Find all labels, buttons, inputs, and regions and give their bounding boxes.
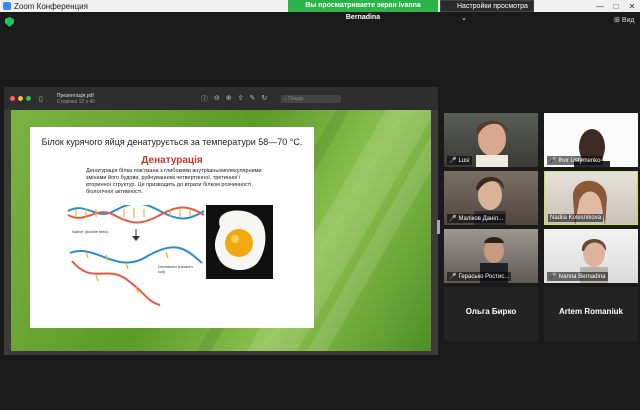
- slide-heading: Денатурація: [141, 155, 203, 166]
- participant-name: Lusi: [458, 157, 470, 164]
- zoom-dot-icon[interactable]: [26, 96, 31, 101]
- participant-name-tag: 🎤 Ihor Ustymenko: [547, 156, 603, 165]
- participant-gallery: 🎤 Lusi 🎤 Ihor Ustymenko 🎤 Маліков Даніл.…: [444, 113, 640, 343]
- pdf-filename: Презентація.pdf: [56, 92, 94, 99]
- search-icon: ⌕: [284, 95, 287, 102]
- egg-illustration: [214, 210, 266, 271]
- participant-name: Nadiia Kolesnikova: [550, 215, 602, 221]
- minimize-button[interactable]: —: [592, 2, 608, 11]
- dna-denaturation-illustration: [67, 205, 205, 306]
- participant-name: Ivanna Bernadina: [558, 273, 606, 280]
- markup-icon[interactable]: ✎: [249, 94, 255, 104]
- shared-pdf-window: ▯ Презентація.pdf Сторінка 12 з 40 ⓘ ⊖ ⊕…: [4, 87, 438, 355]
- view-options-button[interactable]: Настройки просмотра ⌄: [440, 0, 534, 22]
- view-button-label: Вид: [621, 17, 635, 24]
- participant-tile-active-speaker[interactable]: Nadiia Kolesnikova: [544, 171, 638, 225]
- participant-tile-video-off[interactable]: Ольга Бирко: [444, 287, 538, 341]
- participant-name-tag: 🎤 Маліков Даніл...: [447, 214, 506, 223]
- slide-content-box: Білок курячого яйця денатурується за тем…: [30, 127, 314, 328]
- mic-muted-icon: 🎤: [449, 216, 457, 222]
- participant-name: Маліков Даніл...: [458, 215, 504, 222]
- participant-name: Artem Romaniuk: [558, 307, 623, 316]
- participant-name-tag: 🎤 Ivanna Bernadina: [547, 272, 608, 281]
- participant-name-tag: Nadiia Kolesnikova: [548, 214, 604, 222]
- presentation-slide: Білок курячого яйця денатурується за тем…: [11, 110, 431, 351]
- minimize-dot-icon[interactable]: [18, 96, 23, 101]
- participant-tile[interactable]: 🎤 Lusi: [444, 113, 538, 167]
- fried-egg-photo: [206, 205, 273, 279]
- pdf-toolbar: ▯ Презентація.pdf Сторінка 12 з 40 ⓘ ⊖ ⊕…: [4, 87, 438, 110]
- maximize-button[interactable]: □: [608, 2, 624, 11]
- sidebar-toggle-icon[interactable]: ▯: [39, 95, 43, 103]
- view-button[interactable]: ⊞ Вид: [614, 16, 635, 24]
- participant-tile[interactable]: 🎤 Маліков Даніл...: [444, 171, 538, 225]
- participant-tile[interactable]: 🎤 Ihor Ustymenko: [544, 113, 638, 167]
- chevron-down-icon: ⌄: [461, 15, 467, 22]
- rotate-icon[interactable]: ↻: [261, 94, 267, 104]
- view-options-label: Настройки просмотра: [457, 3, 528, 10]
- participant-name: Ihor Ustymenko: [558, 157, 601, 164]
- close-button[interactable]: ✕: [624, 2, 640, 11]
- search-placeholder: Пошук: [288, 95, 304, 102]
- participant-name-tag: 🎤 Lusi: [447, 156, 472, 165]
- share-icon[interactable]: ⇪: [238, 94, 244, 104]
- zoom-out-icon[interactable]: ⊖: [214, 94, 220, 104]
- grid-icon: ⊞: [614, 17, 620, 24]
- mic-muted-icon: 🎤: [449, 274, 457, 280]
- close-dot-icon[interactable]: [10, 96, 15, 101]
- participant-name: Ольга Бирко: [465, 307, 517, 316]
- pdf-page-info: Сторінка 12 з 40: [56, 98, 95, 105]
- zoom-in-icon[interactable]: ⊕: [226, 94, 232, 104]
- pdf-search-input[interactable]: ⌕ Пошук: [281, 94, 342, 103]
- native-dna-label: Native (double helix): [72, 229, 109, 234]
- denatured-dna-label: Denatured (random coil): [158, 264, 193, 274]
- mic-muted-icon: 🎤: [549, 158, 557, 164]
- participant-name: Герасько Ростис...: [458, 273, 510, 280]
- mic-muted-icon: 🎤: [449, 158, 457, 164]
- slide-title: Білок курячого яйця денатурується за тем…: [41, 137, 303, 147]
- splitter-handle[interactable]: [437, 220, 440, 234]
- slide-body-text: Денатурація білка пов’язана з глибокими …: [86, 168, 262, 195]
- mic-muted-icon: 🎤: [549, 274, 557, 280]
- info-icon[interactable]: ⓘ: [201, 94, 208, 104]
- participant-name-tag: 🎤 Герасько Ростис...: [447, 272, 512, 281]
- participant-tile[interactable]: 🎤 Герасько Ростис...: [444, 229, 538, 283]
- participant-tile[interactable]: 🎤 Ivanna Bernadina: [544, 229, 638, 283]
- security-shield-icon[interactable]: [5, 17, 14, 27]
- screen-share-banner: Вы просматриваете экран Ivanna Bernadina: [288, 0, 438, 21]
- participant-tile-video-off[interactable]: Artem Romaniuk: [544, 287, 638, 341]
- zoom-logo-icon: [3, 2, 11, 10]
